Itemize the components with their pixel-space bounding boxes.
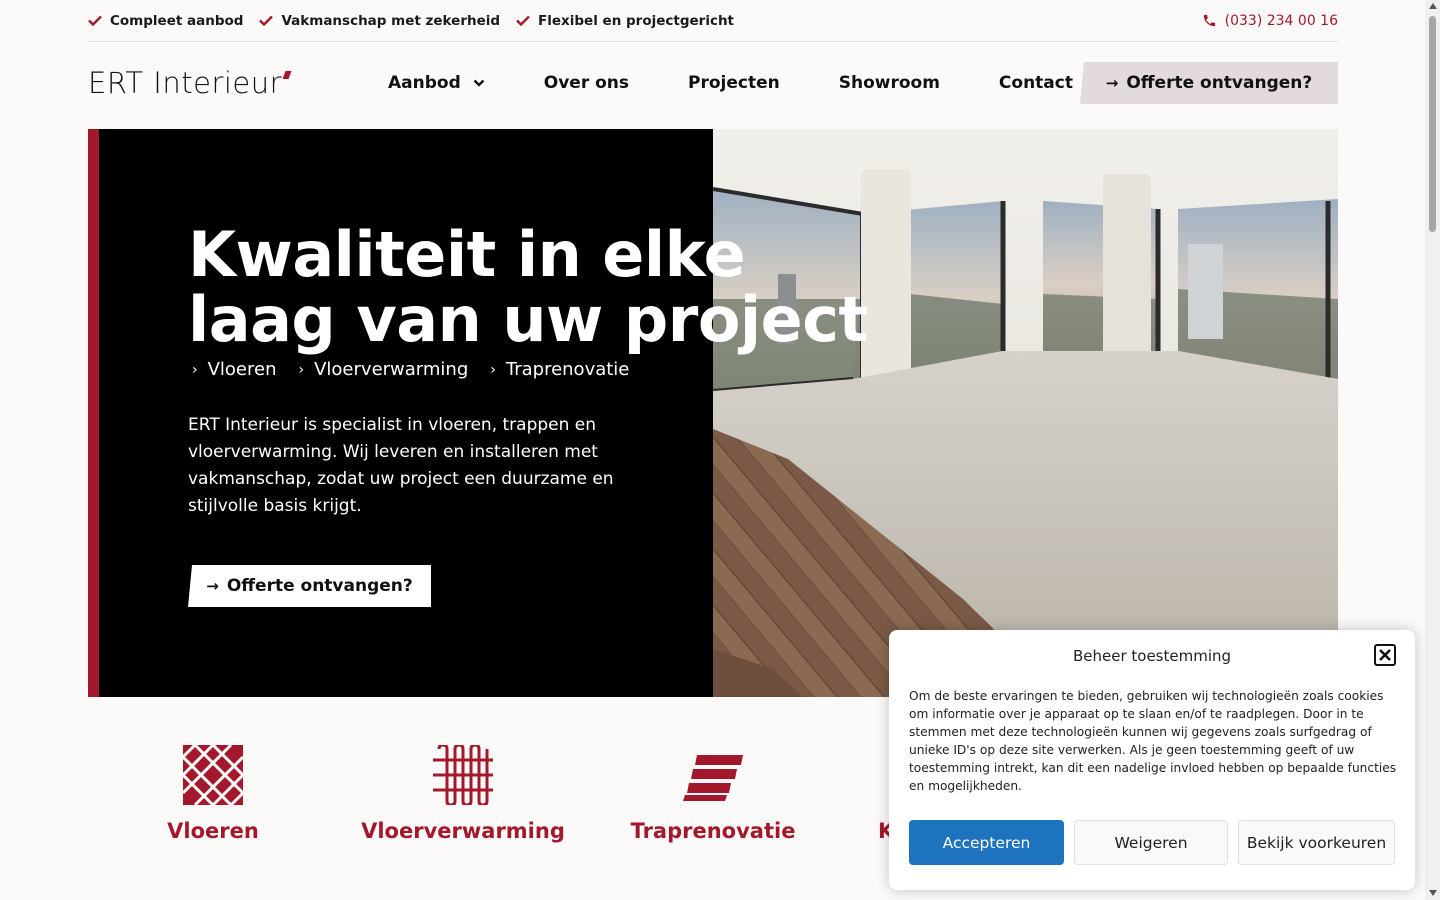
hero-image (713, 129, 1338, 697)
quote-button[interactable]: → Offerte ontvangen? (1080, 62, 1338, 104)
hero-description: ERT Interieur is specialist in vloeren, … (188, 415, 614, 516)
hero-link-traprenovatie[interactable]: › Traprenovatie (490, 359, 629, 380)
check-icon (88, 15, 102, 26)
phone-icon (1203, 14, 1215, 27)
chevron-down-icon (473, 79, 485, 87)
preferences-button[interactable]: Bekijk voorkeuren (1238, 820, 1395, 865)
chevron-right-icon: › (192, 361, 198, 378)
usp-item: Compleet aanbod (88, 13, 243, 29)
usp-bar: Compleet aanbod Vakmanschap met zekerhei… (88, 0, 1338, 42)
nav-item-over-ons[interactable]: Over ons (544, 73, 629, 93)
cookie-consent-dialog: Beheer toestemming Om de beste ervaringe… (889, 630, 1415, 890)
cookie-text: Om de beste ervaringen te bieden, gebrui… (909, 689, 1397, 793)
hero: Kwaliteit in elke laag van uw project › V… (88, 129, 1338, 697)
logo-accent (282, 71, 292, 79)
usp-label: Flexibel en projectgericht (538, 12, 735, 29)
room-photo (713, 129, 1338, 697)
scroll-thumb[interactable] (1429, 16, 1436, 232)
deny-button[interactable]: Weigeren (1074, 820, 1228, 865)
hero-service-links: › Vloeren › Vloerverwarming › Traprenovatie (192, 359, 651, 380)
close-icon (1379, 649, 1391, 661)
site-header: ERT Interieur Aanbod Over ons Projecten … (88, 42, 1338, 124)
hero-link-label: Vloerverwarming (314, 359, 469, 380)
arrow-right-icon: → (1105, 74, 1119, 92)
category-traprenovatie[interactable]: Traprenovatie (588, 745, 838, 843)
hero-title-line: Kwaliteit in elke (188, 218, 746, 291)
category-vloerverwarming[interactable]: Vloerverwarming (338, 745, 588, 843)
hero-title: Kwaliteit in elke laag van uw project (188, 222, 908, 352)
category-label: Traprenovatie (630, 819, 796, 843)
page-scrollbar[interactable] (1425, 0, 1440, 900)
scroll-up-arrow[interactable] (1429, 3, 1437, 9)
close-button[interactable] (1374, 644, 1396, 666)
chevron-right-icon: › (298, 361, 305, 378)
check-icon (516, 15, 530, 26)
floor-heating-icon (433, 745, 493, 805)
usp-label: Vakmanschap met zekerheid (281, 12, 501, 29)
usp-list: Compleet aanbod Vakmanschap met zekerhei… (88, 13, 750, 29)
stairs-icon (683, 755, 743, 801)
scroll-down-arrow[interactable] (1429, 890, 1437, 896)
nav-item-projecten[interactable]: Projecten (688, 73, 780, 93)
hero-link-vloerverwarming[interactable]: › Vloerverwarming (299, 359, 469, 380)
accept-button[interactable]: Accepteren (909, 820, 1064, 865)
nav-item-showroom[interactable]: Showroom (839, 73, 940, 93)
hero-link-vloeren[interactable]: › Vloeren (192, 359, 277, 380)
usp-item: Vakmanschap met zekerheid (259, 13, 500, 29)
cookie-title: Beheer toestemming (1072, 647, 1232, 665)
nav-label: Aanbod (388, 73, 461, 93)
category-label: Vloerverwarming (361, 819, 565, 843)
category-label: Vloeren (167, 819, 259, 843)
category-vloeren[interactable]: Vloeren (88, 745, 338, 843)
nav-item-contact[interactable]: Contact (999, 73, 1073, 93)
arrow-right-icon: → (206, 577, 219, 595)
logo-text: ERT Interieur (88, 66, 283, 100)
usp-item: Flexibel en projectgericht (516, 13, 734, 29)
logo[interactable]: ERT Interieur (88, 66, 292, 100)
hero-title-line: laag van uw project (188, 283, 868, 356)
usp-label: Compleet aanbod (110, 12, 244, 29)
phone-number: (033) 234 00 16 (1224, 12, 1338, 29)
check-icon (259, 15, 274, 26)
hero-link-label: Vloeren (207, 359, 277, 380)
hero-quote-button[interactable]: → Offerte ontvangen? (188, 565, 431, 607)
phone-link[interactable]: (033) 234 00 16 (1202, 13, 1338, 29)
nav-item-aanbod[interactable]: Aanbod (388, 73, 485, 93)
hero-quote-label: Offerte ontvangen? (226, 576, 413, 596)
main-nav: Aanbod Over ons Projecten Showroom Conta… (388, 42, 1132, 124)
quote-button-label: Offerte ontvangen? (1126, 73, 1313, 93)
hero-link-label: Traprenovatie (505, 359, 630, 380)
chevron-right-icon: › (490, 361, 496, 378)
parquet-icon (183, 745, 243, 805)
